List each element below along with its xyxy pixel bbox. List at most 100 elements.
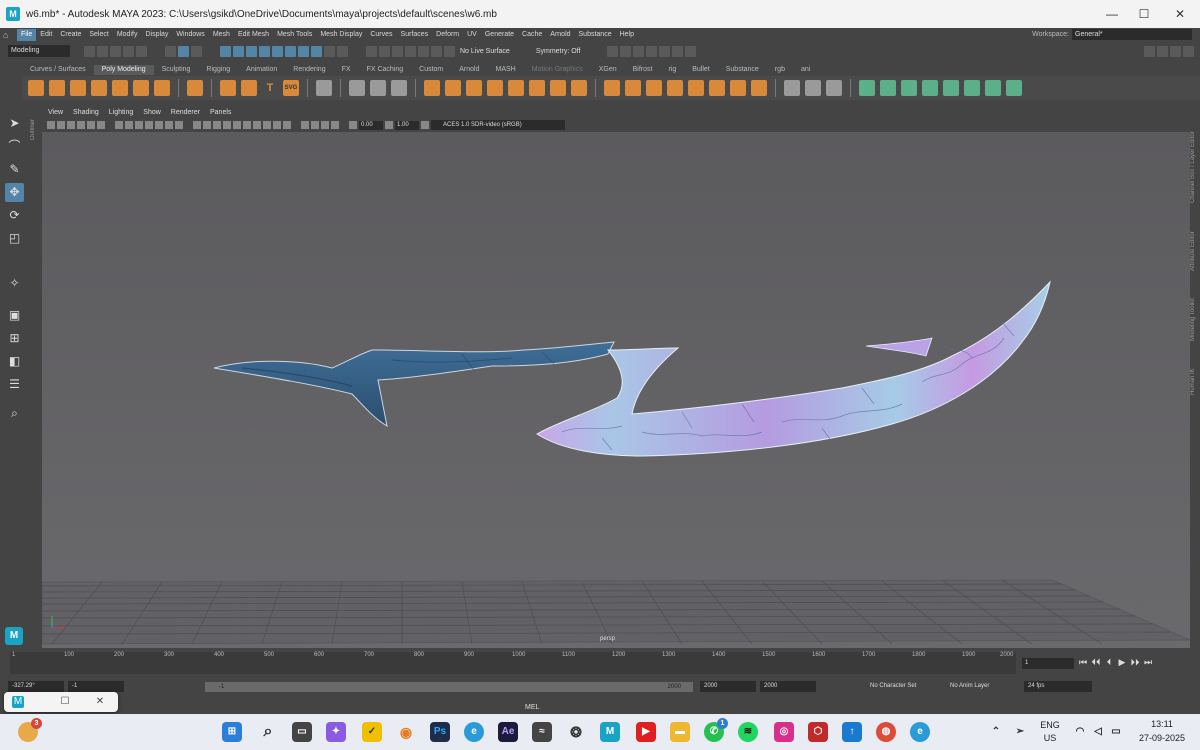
lasso-tool-icon[interactable]: ⌒ xyxy=(5,137,24,156)
antivirus-icon[interactable]: ⬡ xyxy=(808,722,828,742)
type-tool-icon[interactable] xyxy=(316,80,332,96)
camera-icon[interactable] xyxy=(672,45,684,57)
select-by-handle-icon[interactable] xyxy=(220,45,231,57)
paint-select-icon[interactable]: ✎ xyxy=(5,160,24,179)
menu-windows[interactable]: Windows xyxy=(172,29,208,41)
menu-edit[interactable]: Edit xyxy=(36,29,56,41)
tab-human-ik[interactable]: Human IK xyxy=(1190,355,1200,395)
photoshop-icon[interactable]: Ps xyxy=(430,722,450,742)
instagram-icon[interactable]: ◎ xyxy=(774,722,794,742)
wireframe-icon[interactable] xyxy=(193,121,201,129)
search-icon[interactable]: ⌕ xyxy=(5,404,24,423)
four-view-layout-icon[interactable]: ⊞ xyxy=(5,329,24,348)
mel-label[interactable]: MEL xyxy=(525,704,539,711)
weather-widget-icon[interactable]: 3 xyxy=(18,718,42,742)
last-tool-icon[interactable]: ✧ xyxy=(5,274,24,293)
menuset-dropdown[interactable]: Modeling xyxy=(8,45,70,57)
range-bar[interactable]: -1 2000 xyxy=(205,682,693,692)
svg-tool-icon[interactable]: SVG xyxy=(283,80,299,96)
poly-cylinder-icon[interactable] xyxy=(70,80,86,96)
save-scene-icon[interactable] xyxy=(110,45,121,57)
poly-cube-icon[interactable] xyxy=(49,80,65,96)
popup-close-icon[interactable]: ✕ xyxy=(94,696,106,708)
poly-torus-icon[interactable] xyxy=(112,80,128,96)
shelf-tab-arnold[interactable]: Arnold xyxy=(451,65,487,75)
snap-live-icon[interactable] xyxy=(418,45,429,57)
live-surface-label[interactable]: No Live Surface xyxy=(457,48,513,55)
shelf-tab-animation[interactable]: Animation xyxy=(238,65,285,75)
resolution-gate-icon[interactable] xyxy=(135,121,143,129)
panel-menu-view[interactable]: View xyxy=(48,107,63,118)
render-settings-icon[interactable] xyxy=(633,45,645,57)
redo-icon[interactable] xyxy=(136,45,147,57)
select-by-deform-icon[interactable] xyxy=(272,45,283,57)
wireframe-on-shaded-icon[interactable] xyxy=(213,121,221,129)
snap-curve-icon[interactable] xyxy=(379,45,390,57)
character-set-dropdown[interactable]: No Character Set xyxy=(866,681,934,692)
menu-arnold[interactable]: Arnold xyxy=(546,29,574,41)
menu-mesh[interactable]: Mesh xyxy=(209,29,234,41)
perspective-viewport[interactable]: persp xyxy=(42,132,1190,648)
bevel-icon[interactable] xyxy=(646,80,662,96)
uv-planar-icon[interactable] xyxy=(859,80,875,96)
shelf-tab-motion-graphics[interactable]: Motion Graphics xyxy=(524,65,591,75)
menu-generate[interactable]: Generate xyxy=(481,29,518,41)
panel-menu-shading[interactable]: Shading xyxy=(73,107,99,118)
shelf-tab-poly-modeling[interactable]: Poly Modeling xyxy=(93,65,154,75)
menu-substance[interactable]: Substance xyxy=(575,29,616,41)
anim-layer-dropdown[interactable]: No Anim Layer xyxy=(946,681,1016,692)
depth-of-field-icon[interactable] xyxy=(283,121,291,129)
search-taskbar-icon[interactable]: ⌕ xyxy=(258,722,278,742)
menu-deform[interactable]: Deform xyxy=(432,29,463,41)
bookmark-icon[interactable] xyxy=(67,121,75,129)
poly-plane-icon[interactable] xyxy=(133,80,149,96)
shelf-tab-ani[interactable]: ani xyxy=(793,65,818,75)
volume-icon[interactable]: ◁ xyxy=(1088,722,1108,742)
mirror-icon[interactable] xyxy=(487,80,503,96)
toggle-attribute-editor-icon[interactable] xyxy=(1157,45,1168,57)
safe-title-icon[interactable] xyxy=(175,121,183,129)
select-object-icon[interactable] xyxy=(178,45,189,57)
region-indicator[interactable]: US xyxy=(1036,733,1064,743)
snap-rotate-icon[interactable] xyxy=(444,45,455,57)
copilot-icon[interactable]: ✦ xyxy=(326,722,346,742)
select-by-curve-icon[interactable] xyxy=(246,45,257,57)
start-button-icon[interactable]: ⊞ xyxy=(222,722,242,742)
color-management-icon[interactable] xyxy=(421,121,429,129)
uv-automatic-icon[interactable] xyxy=(922,80,938,96)
poly-sphere-icon[interactable] xyxy=(28,80,44,96)
app-icon-generic[interactable]: ≈ xyxy=(532,722,552,742)
field-chart-icon[interactable] xyxy=(155,121,163,129)
tab-attribute-editor[interactable]: Attribute Editor xyxy=(1190,215,1200,271)
safe-action-icon[interactable] xyxy=(165,121,173,129)
xray-icon[interactable] xyxy=(311,121,319,129)
shelf-tab-rig[interactable]: rig xyxy=(660,65,684,75)
menu-select[interactable]: Select xyxy=(85,29,112,41)
menu-surfaces[interactable]: Surfaces xyxy=(397,29,433,41)
shelf-tab-curves-surfaces[interactable]: Curves / Surfaces xyxy=(22,65,94,75)
menu-uv[interactable]: UV xyxy=(463,29,481,41)
tab-channel-box[interactable]: Channel Box / Layer Editor xyxy=(1190,113,1200,203)
merge-icon[interactable] xyxy=(709,80,725,96)
append-polygon-icon[interactable] xyxy=(751,80,767,96)
screen-space-ao-icon[interactable] xyxy=(253,121,261,129)
home-icon[interactable]: ⌂ xyxy=(3,29,17,41)
close-button[interactable]: ✕ xyxy=(1160,0,1200,28)
workspace-dropdown[interactable]: General* xyxy=(1072,29,1192,40)
end-time-field[interactable]: 2000 xyxy=(760,681,816,692)
snap-view-icon[interactable] xyxy=(405,45,416,57)
text-tool-icon[interactable]: T xyxy=(262,80,278,96)
symmetry-dropdown[interactable]: Symmetry: Off xyxy=(533,48,584,55)
fps-dropdown[interactable]: 24 fps xyxy=(1024,681,1092,692)
motion-blur-icon[interactable] xyxy=(263,121,271,129)
select-by-dynamic-icon[interactable] xyxy=(285,45,296,57)
persp-outliner-layout-icon[interactable]: ◧ xyxy=(5,352,24,371)
collapse-icon[interactable] xyxy=(730,80,746,96)
uv-layout-icon[interactable] xyxy=(985,80,1001,96)
render-frame-icon[interactable] xyxy=(607,45,619,57)
separate-icon[interactable] xyxy=(370,80,386,96)
shadows-icon[interactable] xyxy=(243,121,251,129)
show-hidden-icons[interactable]: ⌃ xyxy=(986,722,1006,742)
quad-draw-icon[interactable] xyxy=(571,80,587,96)
xray-active-icon[interactable] xyxy=(331,121,339,129)
